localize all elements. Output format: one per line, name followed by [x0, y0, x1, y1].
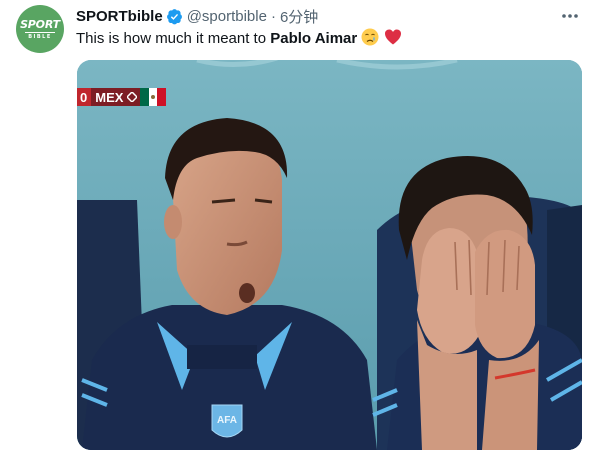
avatar[interactable]: SPORT BIBLE — [16, 5, 64, 53]
scorebug-score: 0 — [77, 88, 92, 106]
scorebug-diamond-icon — [127, 88, 141, 106]
avatar-logo-divider — [24, 31, 55, 33]
crying-face-emoji-icon — [361, 28, 379, 46]
mexico-flag-icon — [140, 88, 167, 106]
video-media[interactable]: AFA 0 MEX — [77, 60, 582, 450]
header-separator: · — [270, 7, 276, 25]
author-name[interactable]: SPORTbible — [76, 8, 163, 25]
verified-badge-icon — [166, 8, 182, 24]
avatar-logo-line1: SPORT — [20, 17, 60, 31]
scorebug: 0 MEX — [77, 88, 167, 106]
tweet-text-mention[interactable]: Pablo Aimar — [270, 30, 357, 47]
more-options-button[interactable] — [558, 4, 582, 28]
tweet-header: SPORTbible @sportbible · 6分钟 — [76, 6, 318, 26]
tweet-text-prefix: This is how much it meant to — [76, 30, 271, 47]
avatar-logo-line2: BIBLE — [28, 33, 52, 40]
avatar-logo: SPORT BIBLE — [20, 19, 60, 40]
author-handle[interactable]: @sportbible — [187, 8, 267, 25]
tweet-timestamp[interactable]: 6分钟 — [280, 6, 318, 27]
svg-text:AFA: AFA — [217, 415, 237, 426]
video-frame-image: AFA — [77, 60, 582, 450]
tweet-text: This is how much it meant to Pablo Aimar — [76, 28, 402, 49]
scorebug-team: MEX — [91, 88, 128, 106]
tweet-card[interactable]: SPORT BIBLE SPORTbible @sportbible · 6分钟… — [0, 0, 592, 450]
red-heart-emoji-icon — [384, 29, 401, 45]
more-dots-icon — [562, 14, 578, 18]
